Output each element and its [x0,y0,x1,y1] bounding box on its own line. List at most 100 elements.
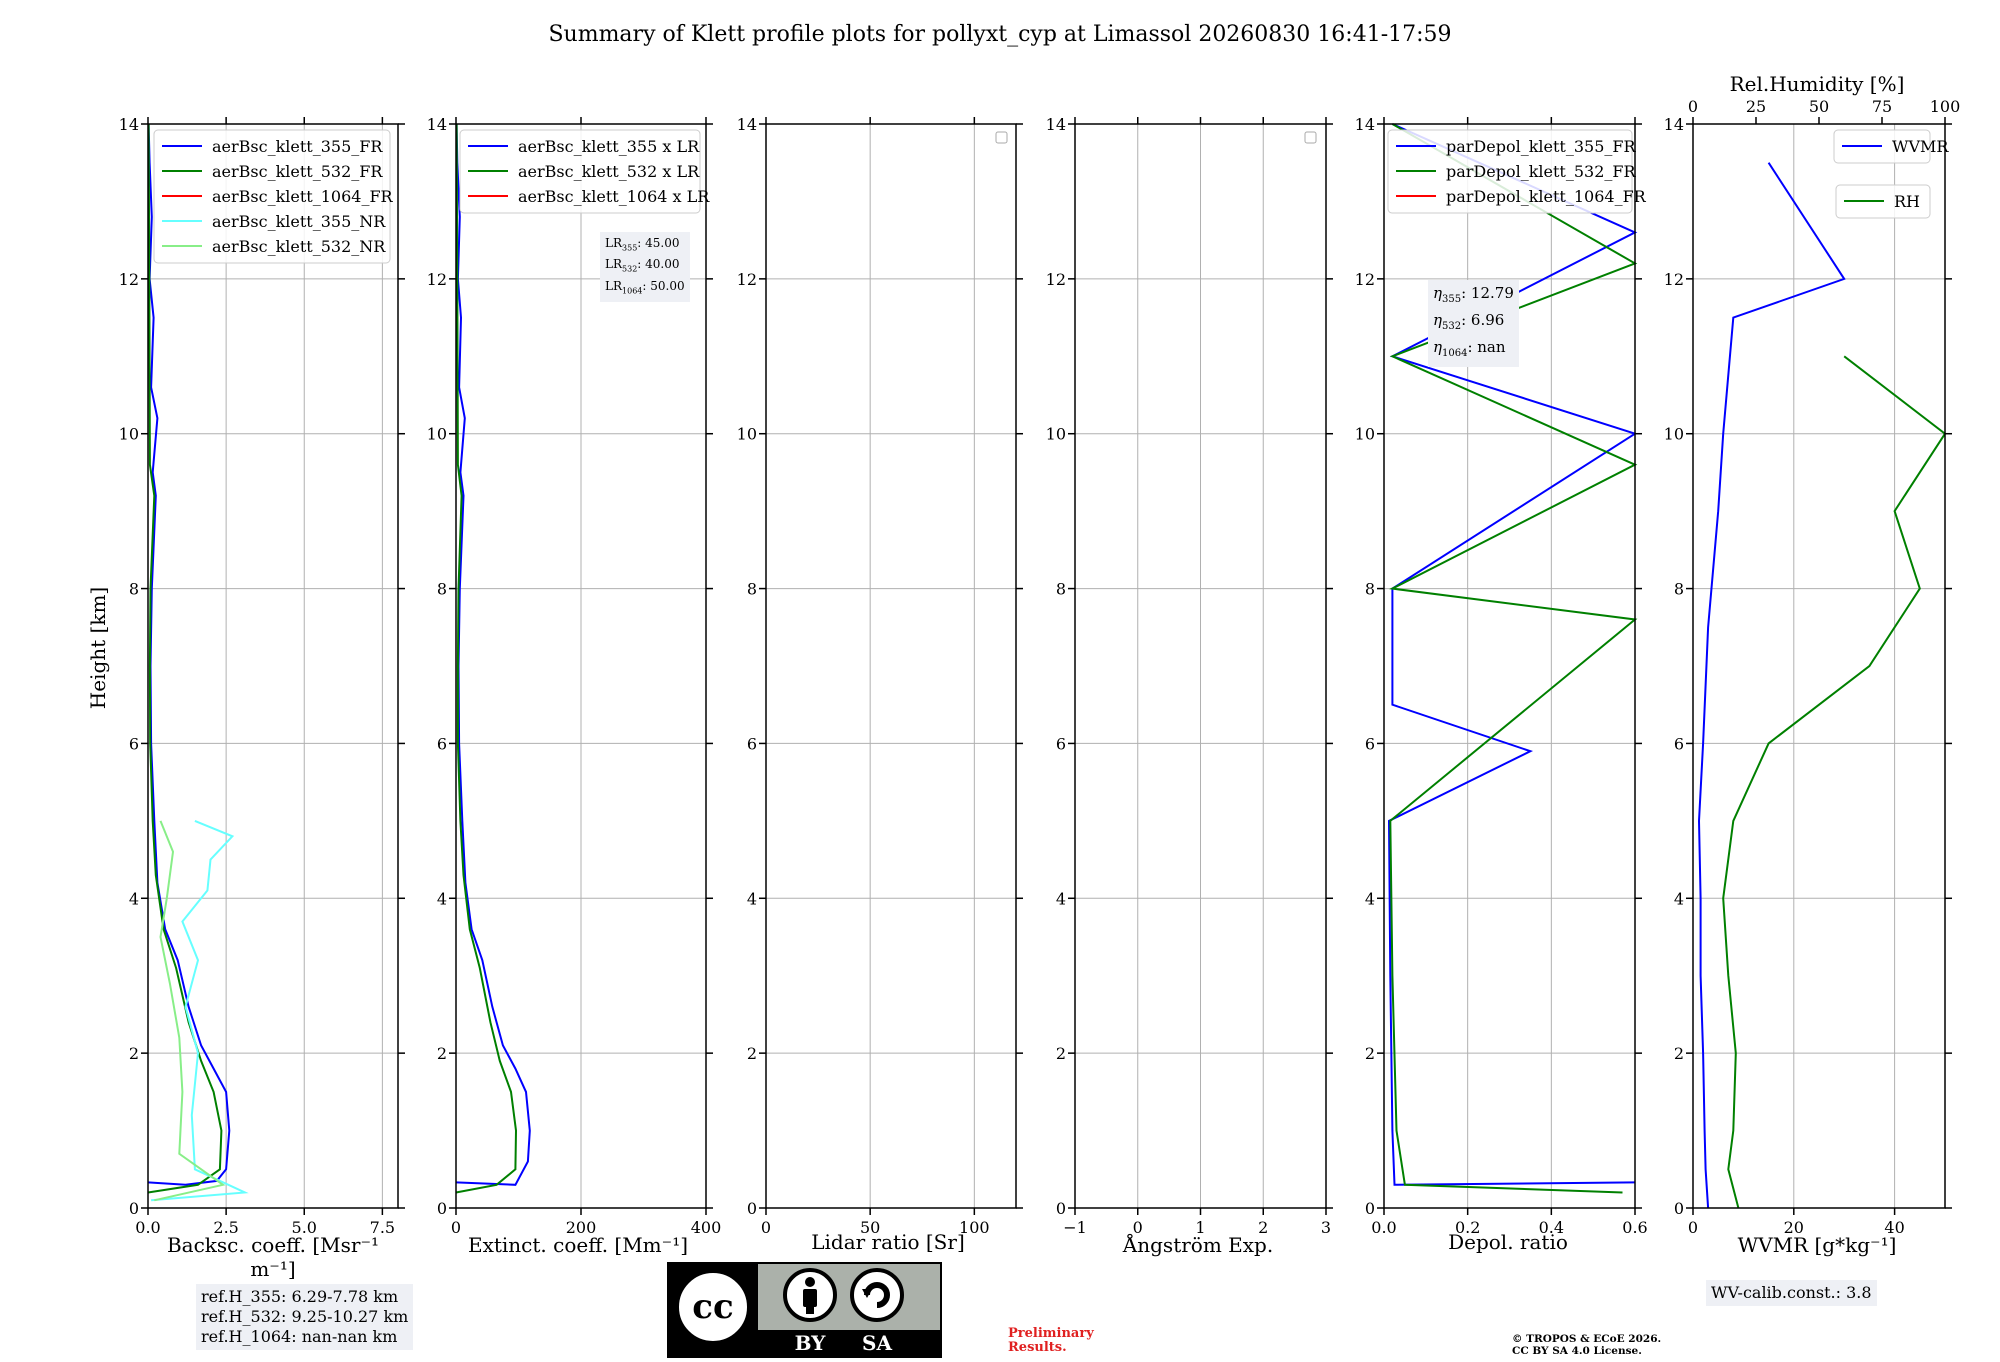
axes-frame-lidar_ratio [765,123,1017,1209]
ytick-label-extinction: 6 [437,734,447,753]
ytick-label-depol: 0 [1365,1199,1375,1218]
xlabel-angstrom: Ångström Exp. [1122,1233,1274,1257]
legend-layer: aerBsc_klett_355_FRaerBsc_klett_532_FRae… [153,129,1949,264]
ytick-label-extinction: 0 [437,1199,447,1218]
ytick-label-depol: 4 [1365,889,1375,908]
ytick-label-wvmr: 12 [1664,270,1684,289]
legend-backscatter-label: aerBsc_klett_532_FR [212,162,383,181]
eta532-text: η532: 6.96 [1433,311,1505,332]
ref-height-355: ref.H_355: 6.29-7.78 km [201,1287,399,1306]
top-rh-tick-label: 25 [1746,97,1766,116]
ytick-label-lidar_ratio: 0 [747,1199,757,1218]
ytick-label-extinction: 12 [427,270,447,289]
ytick-label-wvmr: 0 [1674,1199,1684,1218]
ytick-label-depol: 2 [1365,1044,1375,1063]
ytick-label-extinction: 8 [437,580,447,599]
ytick-label-backscatter: 6 [129,734,139,753]
ytick-label-wvmr: 10 [1664,425,1684,444]
legend-wvmr-label: WVMR [1892,137,1949,156]
ref-height-1064: ref.H_1064: nan-nan km [201,1327,398,1346]
ytick-label-wvmr: 2 [1674,1044,1684,1063]
eta1064-text: η1064: nan [1433,338,1506,359]
top-rh-tick-label: 0 [1688,97,1698,116]
ytick-label-angstrom: 6 [1056,734,1066,753]
xlabel-lidar-ratio: Lidar ratio [Sr] [811,1230,965,1254]
ytick-label-wvmr: 8 [1674,580,1684,599]
ytick-label-lidar_ratio: 4 [747,889,757,908]
ytick-label-backscatter: 12 [119,270,139,289]
ytick-label-wvmr: 14 [1664,115,1684,134]
copyright-line2: CC BY SA 4.0 License. [1512,1345,1642,1357]
ytick-label-backscatter: 4 [129,889,139,908]
ytick-label-lidar_ratio: 10 [737,425,757,444]
lr532-text: LR532: 40.00 [605,257,680,274]
eta-annotation: η355: 12.79 η532: 6.96 η1064: nan [1428,280,1519,367]
ytick-label-extinction: 14 [427,115,447,134]
legend-depol-label: parDepol_klett_1064_FR [1446,187,1647,206]
series-wvmr-RH [1722,355,1947,1209]
figure-canvas: 024681012140.0 2.5 5.0 7.5024681012140 200 40… [119,97,1961,1237]
ytick-label-angstrom: 2 [1056,1044,1066,1063]
cc-license-badge: cc BY SA [667,1262,942,1358]
legend-depol-label: parDepol_klett_532_FR [1446,162,1637,181]
ytick-label-depol: 10 [1355,425,1375,444]
tick-layer: 024681012140.0 2.5 5.0 7.5024681012140 200 40… [119,97,1961,1237]
ytick-label-depol: 12 [1355,270,1375,289]
ytick-label-lidar_ratio: 12 [737,270,757,289]
badge-by-text: BY [795,1331,827,1355]
eta355-text: η355: 12.79 [1433,284,1514,305]
legend-backscatter-label: aerBsc_klett_1064_FR [212,187,394,206]
series-extinction-aerBsc_klett_532 x LR [455,123,518,1194]
legend-backscatter-label: aerBsc_klett_355_FR [212,137,383,156]
xlabel-backscatter: Backsc. coeff. [Msr⁻¹ m⁻¹] [166,1233,380,1281]
preliminary-note: Preliminary Results. [1008,1327,1094,1355]
lr1064-text: LR1064: 50.00 [605,278,685,296]
ytick-label-extinction: 4 [437,889,447,908]
series-wvmr-WVMR [1697,162,1846,1209]
xlabel-depol: Depol. ratio [1448,1230,1568,1254]
lr-annotation: LR355: 45.00 LR532: 40.00 LR1064: 50.00 [600,232,690,303]
ytick-label-lidar_ratio: 6 [747,734,757,753]
series-backscatter-aerBsc_klett_532_NR [154,820,226,1202]
badge-sa-text: SA [862,1331,892,1355]
preliminary-line1: Preliminary [1008,1326,1094,1341]
legend-depol-label: parDepol_klett_355_FR [1446,137,1637,156]
ytick-label-angstrom: 8 [1056,580,1066,599]
y-axis-label: Height [km] [86,586,110,710]
wv-calib-const: WV-calib.const.: 3.8 [1706,1280,1877,1306]
ytick-label-extinction: 2 [437,1044,447,1063]
ytick-label-depol: 6 [1365,734,1375,753]
legend-extinction-label: aerBsc_klett_1064 x LR [518,187,710,206]
ytick-label-backscatter: 10 [119,425,139,444]
ytick-label-angstrom: 4 [1056,889,1066,908]
legend-empty-lidar-ratio [995,131,1008,144]
axes-frame-wvmr [1692,123,1946,1209]
series-extinction-aerBsc_klett_355 x LR [455,123,531,1186]
ytick-label-backscatter: 0 [129,1199,139,1218]
lr355-text: LR355: 45.00 [605,236,680,253]
top-rh-tick-label: 100 [1930,97,1961,116]
ytick-label-wvmr: 6 [1674,734,1684,753]
ref-height-532: ref.H_532: 9.25-10.27 km [201,1307,409,1326]
ytick-label-backscatter: 2 [129,1044,139,1063]
preliminary-line2: Results. [1008,1340,1067,1355]
ytick-label-backscatter: 8 [129,580,139,599]
ytick-label-depol: 8 [1365,580,1375,599]
top-rh-tick-label: 75 [1872,97,1892,116]
series-backscatter-aerBsc_klett_355_NR [151,819,249,1202]
top-rh-tick-label: 50 [1809,97,1829,116]
legend-extinction-label: aerBsc_klett_355 x LR [518,137,700,156]
ytick-label-angstrom: 0 [1056,1199,1066,1218]
ytick-label-backscatter: 14 [119,115,139,134]
xlabel-extinction: Extinct. coeff. [Mm⁻¹] [467,1233,689,1257]
ytick-label-wvmr: 4 [1674,889,1684,908]
sa-share-icon [850,1268,904,1322]
axes-frame-backscatter [147,123,399,1209]
xlabel-wvmr: WVMR [g*kg⁻¹] [1737,1233,1897,1257]
top-axis-label-rh: Rel.Humidity [%] [1729,72,1905,96]
legend-empty-angstrom [1304,131,1317,144]
ytick-label-lidar_ratio: 8 [747,580,757,599]
ytick-label-lidar_ratio: 14 [737,115,757,134]
svg-text:cc: cc [692,1287,733,1327]
legend-backscatter-label: aerBsc_klett_532_NR [212,237,386,256]
